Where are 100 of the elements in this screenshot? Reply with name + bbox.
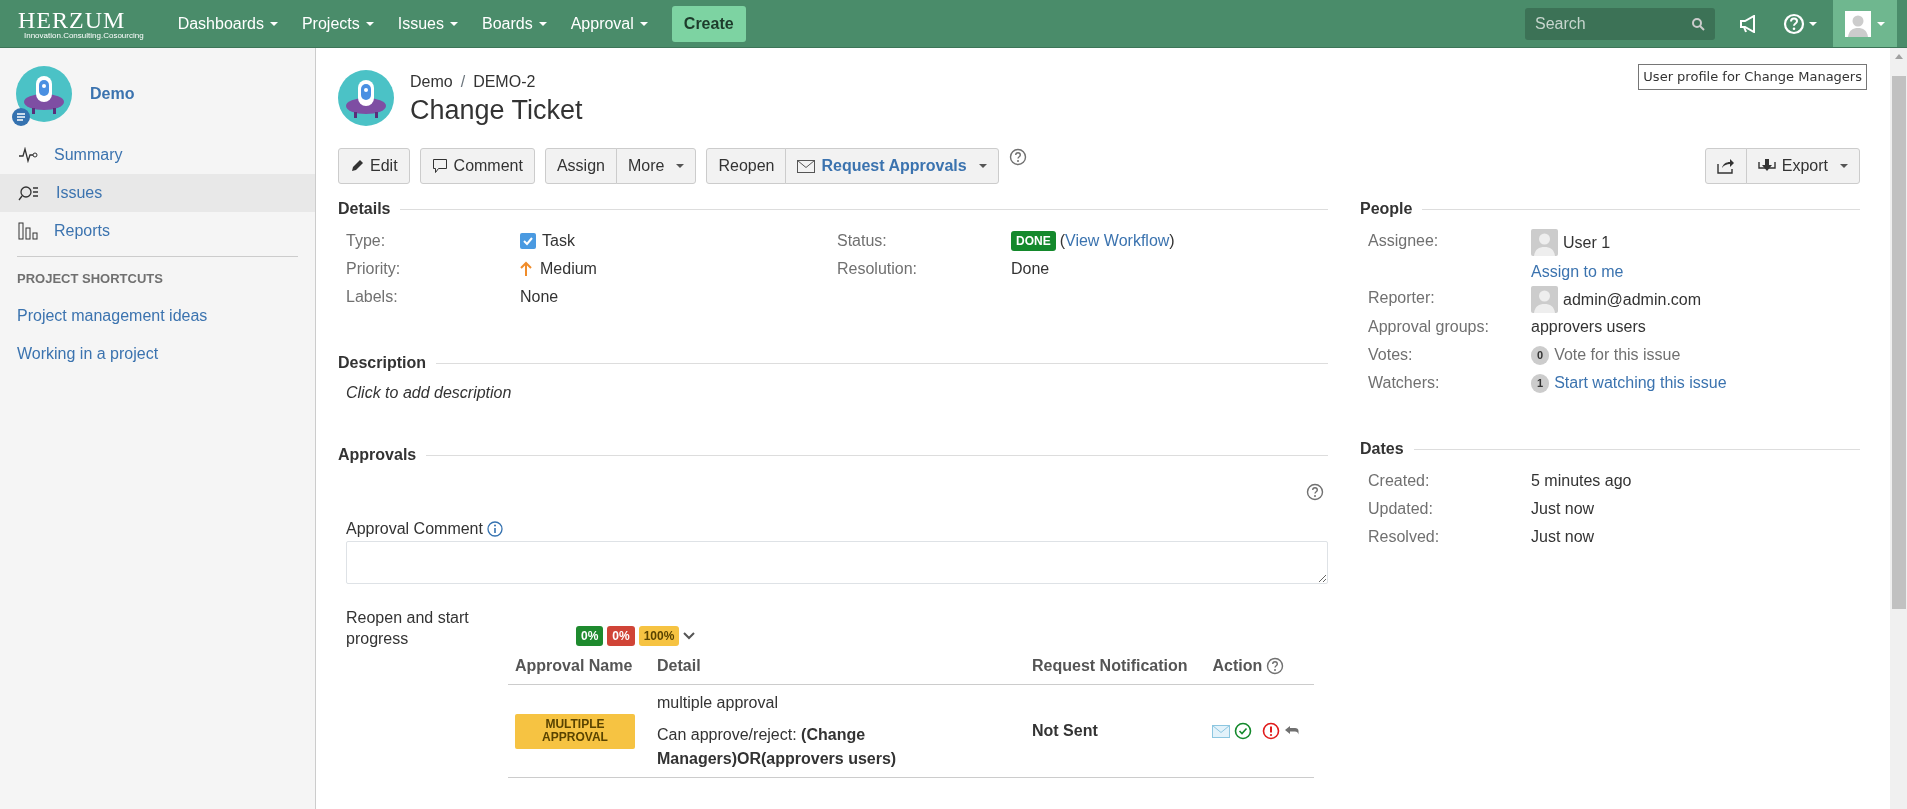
status-lozenge: DONE <box>1011 231 1056 252</box>
breadcrumb-link[interactable]: DEMO-2 <box>473 70 536 94</box>
field-label: Updated: <box>1368 499 1434 520</box>
workflow-link[interactable]: View Workflow <box>1065 229 1170 254</box>
shortcut-link[interactable]: Working in a project <box>0 334 315 373</box>
tooltip: User profile for Change Managers <box>1638 64 1867 90</box>
shortcut-link[interactable]: Project management ideas <box>0 296 315 335</box>
breadcrumb-link[interactable]: Demo <box>410 70 453 94</box>
logo-wordmark: HERZUM <box>18 7 127 32</box>
section-heading: Approvals <box>338 445 417 466</box>
field-value: Task <box>542 231 575 252</box>
sidebar-item[interactable]: Summary <box>0 136 315 174</box>
help-icon <box>1783 12 1805 35</box>
approval-type-badge: MULTIPLE APPROVAL <box>515 714 635 749</box>
field-label: Priority: <box>346 259 402 280</box>
search-icon <box>1691 16 1705 31</box>
toolbar-button[interactable]: Edit <box>338 148 410 185</box>
toolbar-button[interactable]: Request Approvals <box>785 148 999 185</box>
field-label: Resolved: <box>1368 527 1441 548</box>
section-heading: Dates <box>1360 439 1404 460</box>
field-value: Medium <box>540 259 597 280</box>
description-placeholder[interactable]: Click to add description <box>338 381 1328 406</box>
share-icon <box>1716 158 1735 175</box>
user-avatar-icon <box>1531 229 1558 257</box>
pencil-icon <box>350 159 364 174</box>
notification-status: Not Sent <box>1032 722 1098 740</box>
search-field[interactable]: Search <box>1525 7 1715 40</box>
watch-link[interactable]: Start watching this issue <box>1554 371 1727 396</box>
activity-icon <box>18 147 38 163</box>
priority-arrow-icon <box>520 261 532 278</box>
toolbar-button[interactable]: Assign <box>544 148 617 185</box>
nav-menu[interactable]: Issues <box>385 11 470 36</box>
comment-icon <box>431 158 448 175</box>
project-avatar <box>16 66 72 122</box>
field-label: Labels: <box>346 287 399 308</box>
field-label: Approval groups: <box>1368 317 1490 338</box>
user-avatar-icon <box>1531 286 1558 314</box>
field-value: User 1 <box>1563 232 1611 253</box>
section-heading: People <box>1360 199 1413 220</box>
progress-badge: 0% <box>576 626 604 647</box>
count-badge: 0 <box>1531 346 1550 365</box>
task-checkbox-icon <box>520 233 536 250</box>
field-label: Votes: <box>1368 345 1414 366</box>
help-icon <box>1306 483 1324 502</box>
share-button[interactable] <box>1704 148 1747 185</box>
field-label: Watchers: <box>1368 373 1441 394</box>
section-heading: PROJECT SHORTCUTS <box>17 256 298 297</box>
scroll-up-arrow-icon[interactable] <box>1893 52 1904 60</box>
create-button[interactable]: Create <box>671 5 746 42</box>
field-label: Assignee: <box>1368 231 1440 252</box>
toolbar-button[interactable]: More <box>615 148 697 185</box>
help-icon <box>1008 148 1027 167</box>
nav-menu[interactable]: Approval <box>558 11 660 36</box>
assign-link[interactable]: Assign to me <box>1531 260 1624 285</box>
column-header: Approval Name <box>515 657 633 675</box>
field-value: admin@admin.com <box>1563 289 1702 310</box>
check-circle-icon[interactable] <box>1234 722 1253 741</box>
sidebar-item[interactable]: Reports <box>0 212 315 250</box>
nav-menu[interactable]: Dashboards <box>165 11 290 36</box>
paren: ( <box>1059 231 1065 252</box>
toolbar-button[interactable]: Export <box>1745 148 1860 185</box>
toolbar-button[interactable]: Comment <box>419 148 535 185</box>
search-list-icon <box>18 185 40 201</box>
date-value: 5 minutes ago <box>1531 471 1632 492</box>
nav-menu[interactable]: Projects <box>289 11 386 36</box>
section-heading: Description <box>338 353 426 374</box>
field-label: Type: <box>346 231 387 252</box>
date-value: Just now <box>1531 527 1595 548</box>
help-icon <box>1266 657 1285 675</box>
section-heading: Details <box>338 199 391 220</box>
document-badge-icon <box>12 108 30 126</box>
field-label: Approval Comment <box>346 519 483 540</box>
field-value: None <box>520 287 559 308</box>
project-avatar <box>338 70 394 127</box>
toolbar-button[interactable]: Reopen <box>706 148 787 185</box>
paren: ) <box>1169 231 1175 252</box>
vote-text: Vote for this issue <box>1554 345 1681 366</box>
detail-text: multiple approval <box>657 693 779 714</box>
user-avatar-icon <box>1845 10 1871 37</box>
field-label: Resolution: <box>837 259 919 280</box>
exclamation-circle-icon[interactable] <box>1262 722 1281 741</box>
logo-tagline: Innovation.Consulting.Cosourcing <box>24 31 144 40</box>
column-header: Request Notification <box>1032 657 1188 675</box>
field-value: Done <box>1011 259 1050 280</box>
scrollbar[interactable] <box>1890 48 1907 809</box>
date-value: Just now <box>1531 499 1595 520</box>
user-profile-menu[interactable] <box>1833 0 1897 47</box>
field-label: Created: <box>1368 471 1431 492</box>
project-name[interactable]: Demo <box>90 82 135 106</box>
sidebar-item[interactable]: Issues <box>0 174 315 212</box>
approver-text: Can approve/reject: (Change Managers)OR(approvers users) <box>657 725 898 770</box>
progress-badge: 100% <box>638 626 680 647</box>
info-icon <box>486 521 503 538</box>
nav-menu[interactable]: Boards <box>469 11 559 36</box>
bar-chart-icon <box>18 222 38 240</box>
issue-title: Change Ticket <box>410 94 583 127</box>
column-header: Action <box>1212 656 1263 676</box>
chevron-down-icon[interactable] <box>683 631 696 642</box>
reply-arrow-icon[interactable] <box>1284 725 1301 738</box>
envelope-icon <box>797 159 816 173</box>
